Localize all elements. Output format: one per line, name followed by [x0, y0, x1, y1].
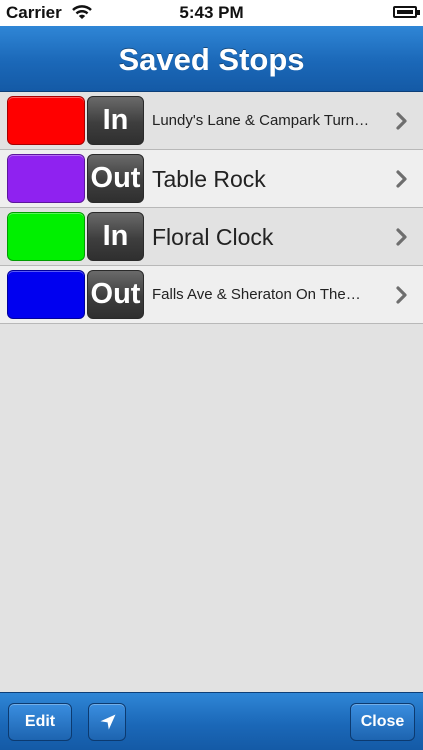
navigation-bar: Saved Stops — [0, 26, 423, 92]
battery-icon — [393, 6, 420, 18]
page-title: Saved Stops — [118, 42, 305, 77]
bottom-toolbar: Edit Close — [0, 692, 423, 750]
route-color-swatch — [7, 212, 85, 261]
clock: 5:43 PM — [179, 3, 244, 22]
chevron-right-icon — [396, 170, 407, 188]
route-color-swatch — [7, 96, 85, 145]
saved-stops-list: In Lundy's Lane & Campark Turn… Out Tabl… — [0, 92, 423, 324]
stop-name: Floral Clock — [152, 224, 274, 250]
location-button[interactable] — [88, 703, 126, 741]
stop-name: Table Rock — [152, 166, 266, 192]
chevron-right-icon — [396, 228, 407, 246]
close-button[interactable]: Close — [350, 703, 415, 741]
stop-name: Falls Ave & Sheraton On The… — [152, 286, 361, 303]
route-color-swatch — [7, 270, 85, 319]
stop-name: Lundy's Lane & Campark Turn… — [152, 112, 370, 129]
edit-button[interactable]: Edit — [8, 703, 72, 741]
list-item[interactable]: Out Falls Ave & Sheraton On The… — [0, 266, 423, 324]
route-color-swatch — [7, 154, 85, 203]
direction-badge: Out — [87, 270, 144, 319]
list-item[interactable]: In Floral Clock — [0, 208, 423, 266]
chevron-right-icon — [396, 112, 407, 130]
direction-badge: In — [87, 212, 144, 261]
location-arrow-icon — [100, 714, 116, 730]
list-item[interactable]: In Lundy's Lane & Campark Turn… — [0, 92, 423, 150]
status-bar: Carrier 5:43 PM — [0, 0, 423, 26]
list-item[interactable]: Out Table Rock — [0, 150, 423, 208]
direction-badge: In — [87, 96, 144, 145]
chevron-right-icon — [396, 286, 407, 304]
direction-badge: Out — [87, 154, 144, 203]
